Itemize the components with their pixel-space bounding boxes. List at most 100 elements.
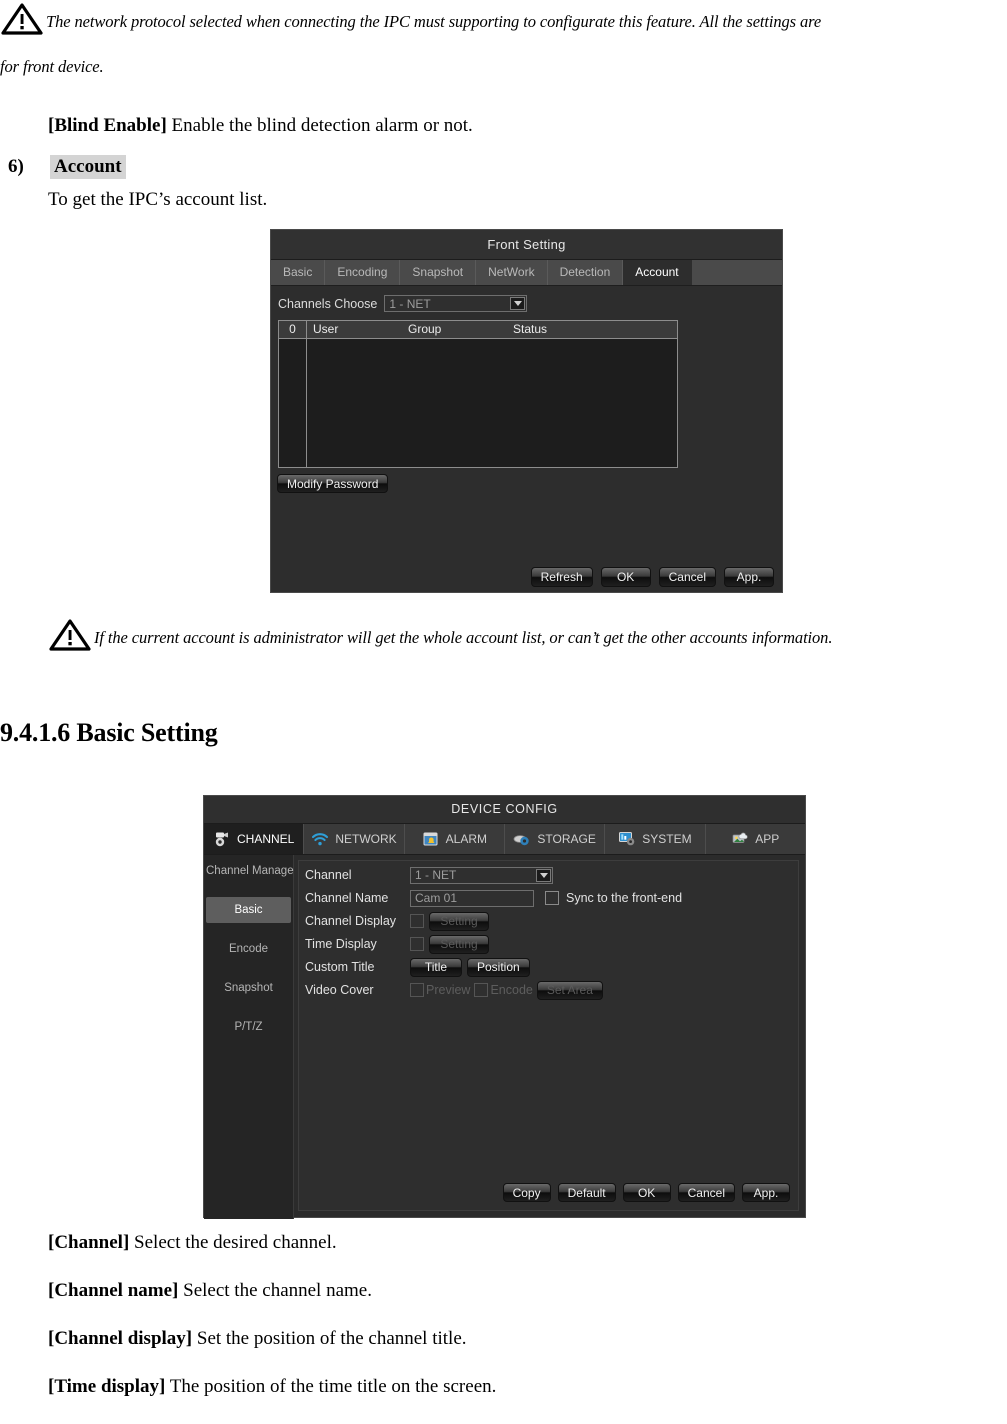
- apply-button[interactable]: App.: [724, 567, 774, 587]
- tab-alarm[interactable]: ALARM: [405, 824, 505, 854]
- definition-list: [Channel] Select the desired channel. [C…: [48, 1232, 496, 1424]
- sync-front-end-label: Sync to the front-end: [566, 891, 683, 905]
- apply-button[interactable]: App.: [742, 1183, 790, 1202]
- video-cover-preview-checkbox[interactable]: [410, 983, 424, 997]
- warning-triangle-icon: [48, 618, 92, 652]
- tab-account[interactable]: Account: [623, 260, 692, 285]
- definition-channel-display: [Channel display] Set the position of th…: [48, 1328, 496, 1350]
- account-subtext: To get the IPC’s account list.: [48, 189, 268, 210]
- channel-label: Channel: [305, 868, 352, 882]
- tab-network[interactable]: NetWork: [476, 260, 548, 285]
- tab-alarm-label: ALARM: [445, 832, 487, 846]
- field-row-custom-title: Custom Title Title Position: [305, 957, 530, 977]
- definition-time-display: [Time display] The position of the time …: [48, 1376, 496, 1398]
- sidebar-item-basic[interactable]: Basic: [206, 897, 291, 923]
- sidebar-item-encode[interactable]: Encode: [206, 936, 291, 962]
- tab-network-label: NETWORK: [335, 832, 397, 846]
- cancel-button[interactable]: Cancel: [658, 567, 716, 587]
- copy-button[interactable]: Copy: [502, 1183, 551, 1202]
- definition-channel-name-term: [Channel name]: [48, 1280, 179, 1301]
- front-setting-footer: Refresh OK Cancel App.: [530, 567, 774, 587]
- warning-note-2-text: If the current account is administrator …: [94, 628, 833, 647]
- field-row-channel-display: Channel Display Setting: [305, 911, 489, 931]
- tab-detection[interactable]: Detection: [548, 260, 624, 285]
- tab-system-label: SYSTEM: [642, 832, 692, 846]
- channel-display-label: Channel Display: [305, 914, 397, 928]
- blind-enable-desc: Enable the blind detection alarm or not.: [166, 115, 473, 136]
- front-setting-tabbar: Basic Encoding Snapshot NetWork Detectio…: [271, 260, 782, 286]
- account-table: 0 User Group Status: [278, 320, 678, 468]
- tab-network[interactable]: NETWORK: [304, 824, 405, 854]
- custom-title-label: Custom Title: [305, 960, 375, 974]
- channels-choose-value: 1 - NET: [389, 296, 431, 311]
- channels-choose-select[interactable]: 1 - NET: [384, 295, 528, 312]
- account-col-index: 0: [279, 321, 307, 338]
- channel-display-setting-button[interactable]: Setting: [429, 911, 489, 931]
- warning-triangle-icon: [0, 2, 44, 36]
- ok-button[interactable]: OK: [600, 567, 651, 587]
- cancel-button[interactable]: Cancel: [677, 1183, 735, 1202]
- field-row-channel-name: Channel Name Cam 01 Sync to the front-en…: [305, 888, 682, 908]
- refresh-button[interactable]: Refresh: [530, 567, 593, 587]
- section-heading: 9.4.1.6 Basic Setting: [0, 718, 218, 747]
- definition-channel-term: [Channel]: [48, 1232, 130, 1253]
- definition-channel-name: [Channel name] Select the channel name.: [48, 1280, 496, 1302]
- list-number: 6): [8, 156, 24, 177]
- modify-password-button[interactable]: Modify Password: [277, 474, 389, 493]
- tab-encoding[interactable]: Encoding: [325, 260, 401, 285]
- definition-channel-name-desc: Select the channel name.: [178, 1280, 372, 1301]
- tab-basic[interactable]: Basic: [271, 260, 326, 285]
- tab-app[interactable]: APP: [706, 824, 805, 854]
- video-cover-set-area-button[interactable]: Set Area: [536, 980, 603, 1000]
- account-col-group: Group: [408, 322, 442, 336]
- front-setting-body: Channels Choose 1 - NET 0 User Group Sta…: [271, 286, 782, 595]
- warning-note-1-line-1: The network protocol selected when conne…: [46, 12, 822, 31]
- channel-name-input[interactable]: Cam 01: [410, 889, 534, 907]
- default-button[interactable]: Default: [557, 1183, 616, 1202]
- chevron-down-icon[interactable]: [510, 297, 526, 310]
- channels-choose-row: Channels Choose 1 - NET: [278, 295, 528, 312]
- account-col-status: Status: [513, 322, 548, 336]
- warning-note-1-line-2: for front device.: [0, 57, 104, 76]
- time-display-checkbox[interactable]: [410, 937, 424, 951]
- tab-storage[interactable]: STORAGE: [505, 824, 606, 854]
- channels-choose-label: Channels Choose: [278, 296, 378, 311]
- device-config-tabbar: CHANNEL NETWORK ALARM STORAGE SYSTEM APP: [204, 824, 805, 855]
- video-cover-encode-checkbox[interactable]: [474, 983, 489, 997]
- blind-enable-paragraph: [Blind Enable] Enable the blind detectio…: [48, 115, 473, 137]
- channel-select[interactable]: 1 - NET: [410, 866, 553, 884]
- disk-gear-icon: [513, 830, 531, 848]
- tab-channel-label: CHANNEL: [236, 832, 295, 846]
- device-config-footer: Copy Default OK Cancel App.: [502, 1183, 790, 1202]
- channel-name-label: Channel Name: [305, 891, 389, 905]
- sidebar-item-ptz[interactable]: P/T/Z: [206, 1014, 291, 1040]
- definition-time-display-term: [Time display]: [48, 1376, 166, 1397]
- tab-channel[interactable]: CHANNEL: [204, 824, 305, 854]
- tab-snapshot[interactable]: Snapshot: [400, 260, 477, 285]
- field-row-time-display: Time Display Setting: [305, 934, 489, 954]
- account-col-user: User: [313, 322, 339, 336]
- device-config-content: Channel 1 - NET Channel Name Cam 01 Sync…: [298, 860, 799, 1211]
- warning-note-1: The network protocol selected when conne…: [0, 2, 1007, 77]
- field-row-channel: Channel 1 - NET: [305, 865, 553, 885]
- account-table-column-divider: [306, 338, 307, 467]
- front-setting-dialog: Front Setting Basic Encoding Snapshot Ne…: [270, 229, 783, 593]
- list-item-account: 6) Account: [8, 155, 308, 179]
- channel-display-checkbox[interactable]: [410, 914, 424, 928]
- ok-button[interactable]: OK: [622, 1183, 671, 1202]
- account-table-body[interactable]: [279, 339, 677, 468]
- chevron-down-icon[interactable]: [536, 868, 551, 882]
- tab-system[interactable]: SYSTEM: [605, 824, 706, 854]
- sync-front-end-checkbox[interactable]: [545, 891, 559, 905]
- sidebar-item-snapshot[interactable]: Snapshot: [206, 975, 291, 1001]
- custom-title-button[interactable]: Title: [410, 957, 462, 977]
- time-display-setting-button[interactable]: Setting: [429, 934, 489, 954]
- sidebar-item-channel-manage[interactable]: Channel Manage: [206, 858, 294, 884]
- definition-time-display-desc: The position of the time title on the sc…: [165, 1376, 497, 1397]
- custom-title-position-button[interactable]: Position: [467, 957, 530, 977]
- video-cover-encode-label: Encode: [490, 983, 533, 997]
- device-config-main: Channel Manage Basic Encode Snapshot P/T…: [204, 855, 805, 1219]
- channel-value: 1 - NET: [415, 868, 457, 882]
- time-display-label: Time Display: [305, 937, 377, 951]
- definition-channel-display-term: [Channel display]: [48, 1328, 193, 1349]
